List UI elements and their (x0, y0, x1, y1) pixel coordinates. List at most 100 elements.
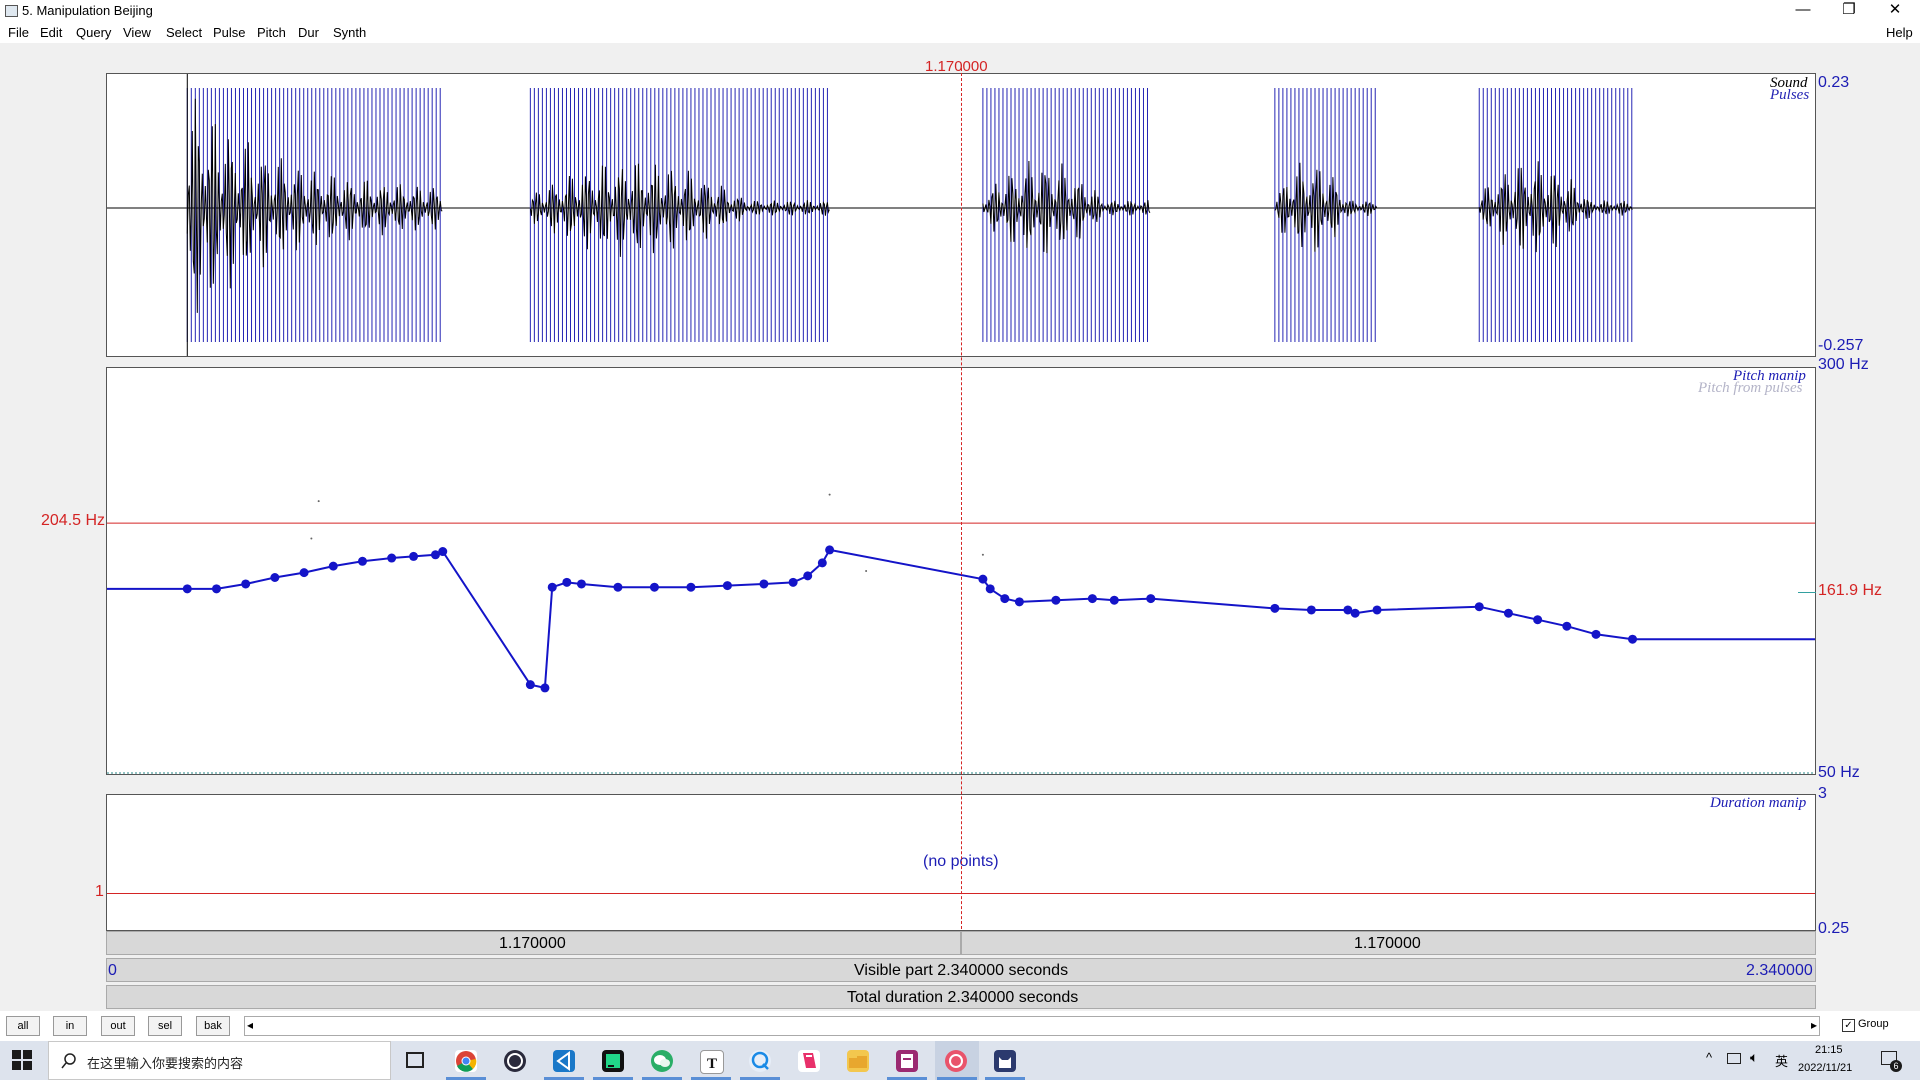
volume-icon[interactable]: 🔈︎ (1750, 1049, 1758, 1066)
menu-help[interactable]: Help (1886, 25, 1913, 40)
task-view-icon[interactable] (406, 1052, 424, 1068)
pitch-point[interactable] (1350, 608, 1360, 618)
window-title: 5. Manipulation Beijing (22, 3, 153, 18)
app-icon (5, 5, 18, 17)
time-segment-right[interactable]: 1.170000 (961, 931, 1816, 955)
pitch-point[interactable] (1628, 634, 1638, 644)
pitch-point[interactable] (686, 582, 696, 592)
wechat-icon[interactable] (651, 1050, 673, 1072)
search-icon (61, 1053, 76, 1069)
menu-pulse[interactable]: Pulse (213, 25, 246, 40)
pitch-from-pulses-point (981, 553, 984, 556)
pitch-point[interactable] (357, 556, 367, 566)
pitch-point[interactable] (299, 568, 309, 578)
tray-overflow-chevron-icon[interactable]: ^ (1706, 1050, 1712, 1065)
close-button[interactable]: ✕ (1872, 0, 1918, 22)
pitch-point[interactable] (1306, 605, 1316, 615)
minimize-button[interactable]: — (1780, 0, 1826, 22)
restore-button[interactable]: ❐ (1826, 0, 1872, 22)
vscode-icon[interactable] (553, 1050, 575, 1072)
pitch-point[interactable] (387, 553, 397, 563)
menu-dur[interactable]: Dur (298, 25, 319, 40)
pitch-from-pulses-label: Pitch from pulses (1698, 380, 1803, 396)
pitch-point[interactable] (803, 571, 813, 581)
menu-query[interactable]: Query (76, 25, 111, 40)
music-app-icon[interactable] (945, 1050, 967, 1072)
pitch-point[interactable] (759, 579, 769, 589)
pitch-point[interactable] (1270, 603, 1280, 613)
clock-date[interactable]: 2022/11/21 (1798, 1062, 1852, 1074)
pitch-point[interactable] (649, 582, 659, 592)
pitch-point[interactable] (576, 579, 586, 589)
pitch-point[interactable] (788, 577, 798, 587)
total-duration-bar[interactable]: Total duration 2.340000 seconds (106, 985, 1816, 1009)
menu-view[interactable]: View (123, 25, 151, 40)
horizontal-scrollbar[interactable]: ◂ ▸ (244, 1016, 1820, 1036)
pitch-point[interactable] (1372, 605, 1382, 615)
scroll-right-arrow[interactable]: ▸ (1811, 1018, 1817, 1032)
qq-icon[interactable] (749, 1050, 771, 1072)
pitch-point[interactable] (1087, 594, 1097, 604)
time-segment-left[interactable]: 1.170000 (106, 931, 961, 955)
cat-app-icon[interactable] (994, 1050, 1016, 1072)
menu-bar: File Edit Query View Select Pulse Pitch … (0, 22, 1920, 43)
network-icon[interactable] (1727, 1053, 1741, 1064)
pitch-point[interactable] (722, 581, 732, 591)
pitch-point[interactable] (1014, 597, 1024, 607)
pitch-point[interactable] (211, 584, 221, 594)
pitch-point[interactable] (978, 574, 988, 584)
pitch-point[interactable] (270, 572, 280, 582)
pitch-point[interactable] (1051, 595, 1061, 605)
zoom-in-button[interactable]: in (53, 1016, 87, 1036)
pitch-point[interactable] (547, 582, 557, 592)
pitch-point[interactable] (613, 582, 623, 592)
pitch-point[interactable] (525, 680, 535, 690)
menu-select[interactable]: Select (166, 25, 202, 40)
zoom-all-button[interactable]: all (6, 1016, 40, 1036)
clock-time[interactable]: 21:15 (1815, 1044, 1843, 1056)
pitch-point[interactable] (1474, 602, 1484, 612)
pitch-point[interactable] (328, 561, 338, 571)
visible-end-label: 2.340000 (1746, 962, 1813, 979)
file-explorer-icon[interactable] (847, 1050, 869, 1072)
visible-part-bar[interactable]: 0 Visible part 2.340000 seconds 2.340000 (106, 958, 1816, 982)
pitch-point[interactable] (1000, 594, 1010, 604)
pycharm-icon[interactable] (602, 1050, 624, 1072)
pdf-app-icon[interactable] (896, 1050, 918, 1072)
pitch-point[interactable] (540, 683, 550, 693)
zoom-back-button[interactable]: bak (196, 1016, 230, 1036)
pitch-point[interactable] (182, 584, 192, 594)
pitch-point[interactable] (409, 551, 419, 561)
taskbar-search-box[interactable]: 在这里输入你要搜索的内容 (48, 1041, 391, 1080)
pitch-bottom-label: 50 Hz (1818, 764, 1860, 781)
chrome-icon[interactable] (455, 1050, 477, 1072)
pitch-point[interactable] (1109, 595, 1119, 605)
pitch-point[interactable] (1533, 615, 1543, 625)
pitch-point[interactable] (817, 558, 827, 568)
voiced-segment (1274, 88, 1378, 342)
group-checkbox[interactable]: ✓ (1842, 1019, 1855, 1032)
pitch-point[interactable] (438, 547, 448, 557)
pitch-point[interactable] (562, 577, 572, 587)
scroll-left-arrow[interactable]: ◂ (247, 1018, 253, 1032)
menu-file[interactable]: File (8, 25, 29, 40)
pitch-point[interactable] (1562, 621, 1572, 631)
edit-app-icon[interactable] (798, 1050, 820, 1072)
windows-start-icon[interactable] (12, 1050, 32, 1070)
zoom-out-button[interactable]: out (101, 1016, 135, 1036)
pitch-point[interactable] (985, 584, 995, 594)
waveform-path (1274, 162, 1378, 252)
obs-icon[interactable] (504, 1050, 526, 1072)
typora-icon[interactable]: T (700, 1050, 724, 1074)
menu-synth[interactable]: Synth (333, 25, 366, 40)
pitch-point[interactable] (825, 545, 835, 555)
pitch-point[interactable] (1591, 629, 1601, 639)
menu-pitch[interactable]: Pitch (257, 25, 286, 40)
voiced-segment (982, 88, 1151, 342)
ime-indicator[interactable]: 英 (1775, 1051, 1788, 1070)
pitch-point[interactable] (1503, 608, 1513, 618)
pitch-point[interactable] (241, 579, 251, 589)
zoom-sel-button[interactable]: sel (148, 1016, 182, 1036)
pitch-point[interactable] (1146, 594, 1156, 604)
menu-edit[interactable]: Edit (40, 25, 62, 40)
